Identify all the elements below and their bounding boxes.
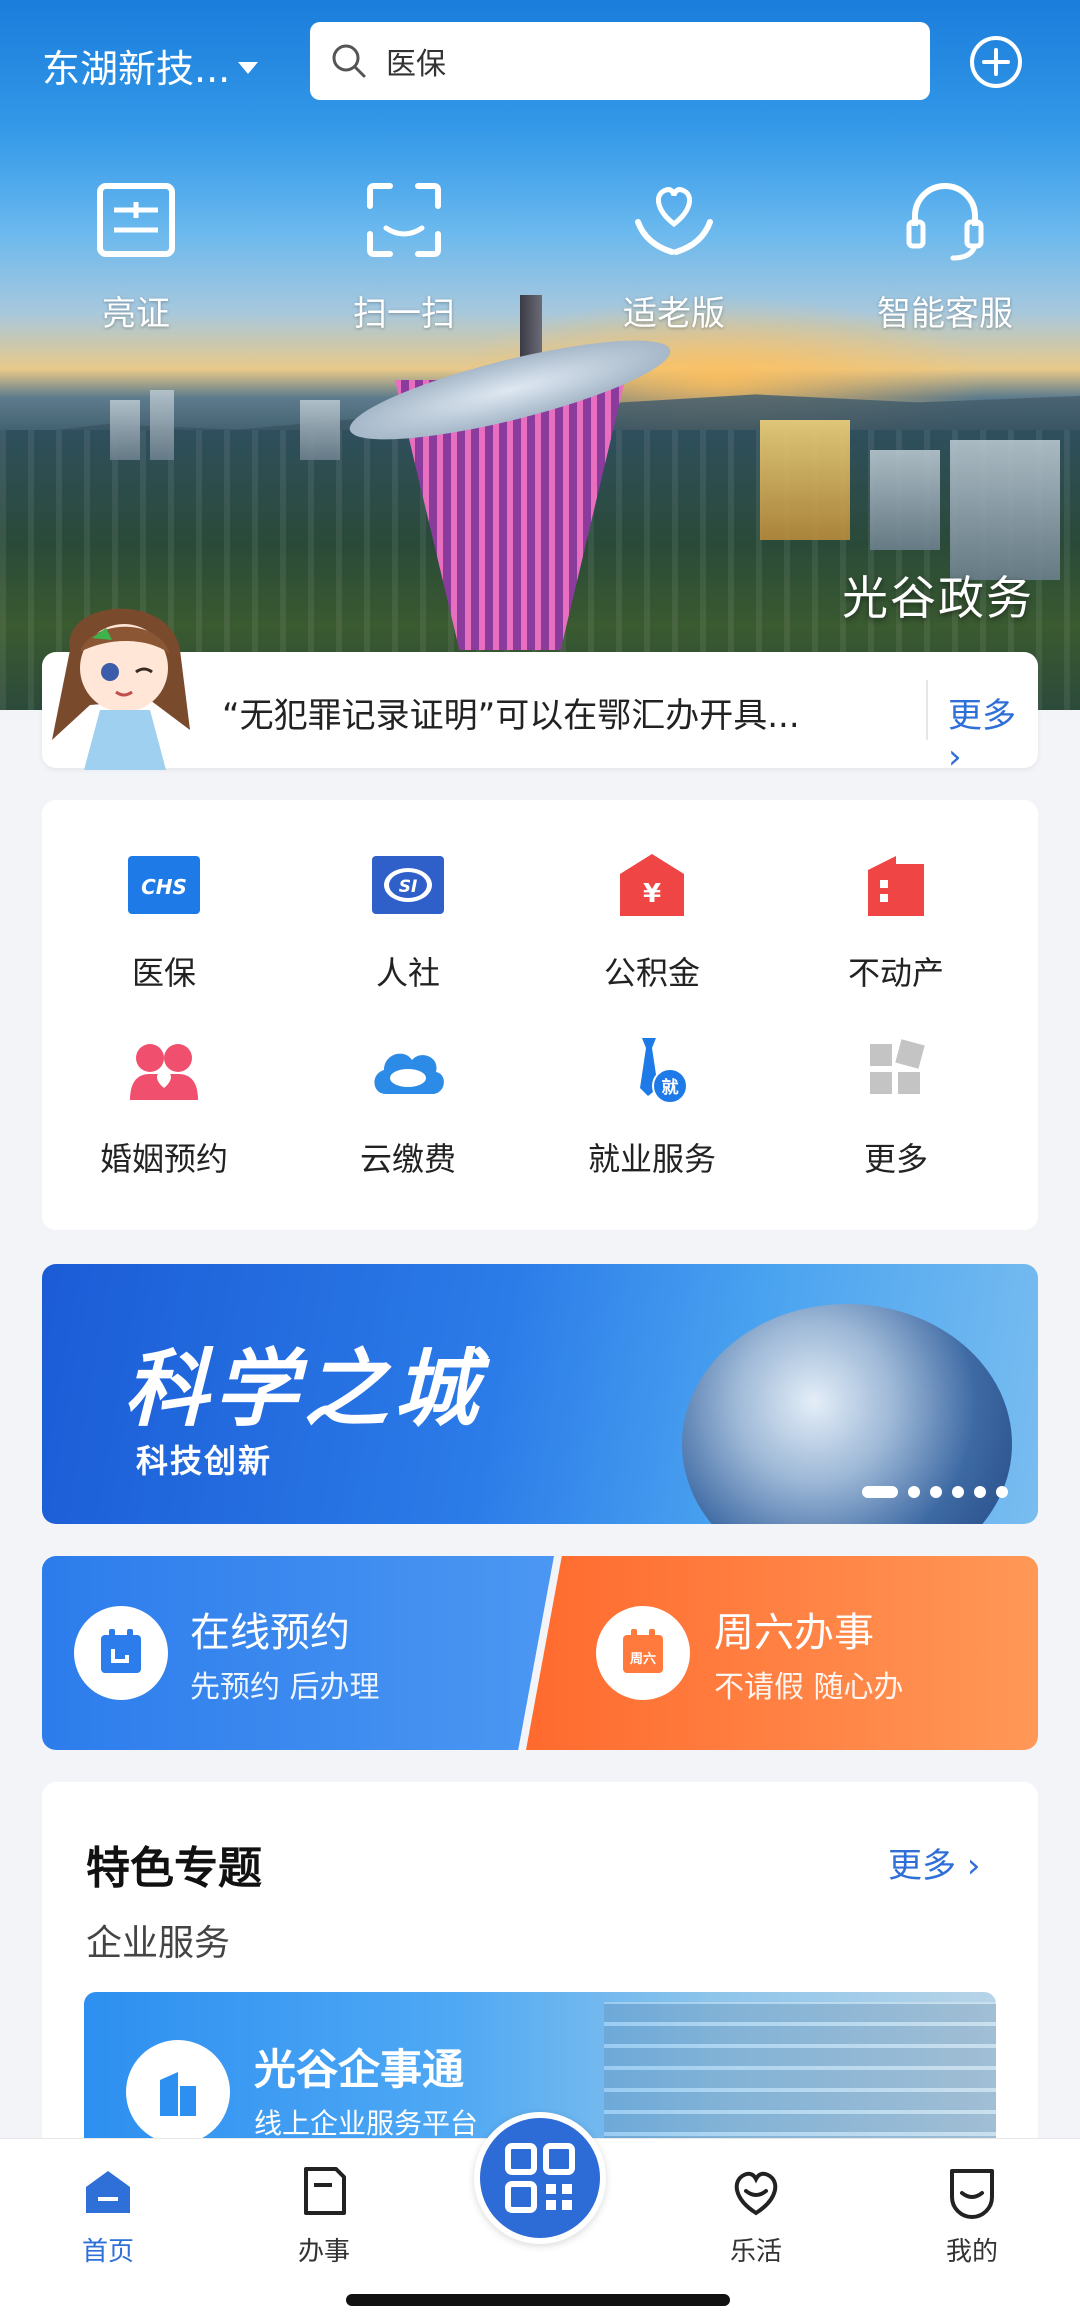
scan-icon [367, 183, 441, 257]
more-grid-icon [870, 1039, 925, 1094]
chevron-right-icon: › [948, 737, 962, 777]
promo-subtitle: 线上企业服务平台 [254, 2107, 479, 2140]
tab-label: 乐活 [729, 2237, 782, 2267]
heart-smile-icon [734, 2171, 778, 2216]
location-selector[interactable]: 东湖新技... [42, 38, 259, 93]
building-icon [126, 2040, 230, 2144]
card-subtitle: 不请假 随心办 [714, 1670, 904, 1705]
tab-label: 首页 [81, 2237, 134, 2267]
heart-hands-icon [635, 187, 713, 255]
service-marriage[interactable]: 婚姻预约 [42, 1036, 286, 1180]
home-indicator [346, 2294, 730, 2306]
featured-category: 企业服务 [86, 1923, 231, 1964]
service-more[interactable]: 更多 [774, 1036, 1018, 1180]
service-label: 就业服务 [587, 1140, 716, 1178]
qr-code-button[interactable] [474, 2112, 606, 2244]
quick-action-show-id[interactable]: 亮证 [36, 172, 236, 335]
service-label: 婚姻预约 [99, 1140, 228, 1178]
search-placeholder: 医保 [386, 47, 446, 82]
marriage-icon [130, 1044, 198, 1100]
online-appointment-card[interactable]: 在线预约 先预约 后办理 [42, 1556, 554, 1750]
service-employment[interactable]: 就 就业服务 [530, 1036, 774, 1180]
social-security-icon: SI [372, 856, 444, 914]
section-title: 特色专题 [86, 1843, 262, 1894]
svg-text:就: 就 [662, 1077, 679, 1098]
card-subtitle: 先预约 后办理 [190, 1670, 380, 1705]
card-title: 在线预约 [190, 1610, 350, 1656]
chevron-right-icon: › [966, 1846, 981, 1886]
chs-icon: CHS [128, 856, 200, 914]
face-icon [950, 2169, 994, 2219]
headset-icon [906, 183, 984, 261]
document-icon [304, 2167, 346, 2215]
service-social-security[interactable]: SI 人社 [286, 850, 530, 994]
service-label: 公积金 [603, 954, 700, 992]
service-cloud-payment[interactable]: 云缴费 [286, 1036, 530, 1180]
tab-services[interactable]: 办事 [254, 2163, 394, 2268]
quick-action-customer-service[interactable]: 智能客服 [845, 172, 1045, 335]
real-estate-icon [868, 856, 924, 916]
carousel-indicator [862, 1486, 1008, 1498]
service-housing-fund[interactable]: ¥ 公积金 [530, 850, 774, 994]
tab-label: 办事 [297, 2237, 350, 2267]
quick-action-label: 扫一扫 [353, 294, 455, 334]
service-label: 不动产 [847, 954, 944, 992]
quick-action-label: 适老版 [623, 294, 725, 334]
card-title: 周六办事 [714, 1610, 874, 1656]
search-icon [332, 44, 366, 78]
employment-icon: 就 [640, 1038, 688, 1104]
service-medical-insurance[interactable]: CHS 医保 [42, 850, 286, 994]
qr-code-icon [505, 2143, 575, 2213]
housing-fund-icon: ¥ [620, 854, 684, 916]
services-grid: CHS 医保 SI 人社 ¥ 公积金 不动产 婚姻预约 云缴费 就 就业服务 更… [42, 800, 1038, 1230]
calendar-icon [74, 1606, 168, 1700]
home-icon [86, 2171, 130, 2213]
featured-more-label: 更多 [888, 1846, 956, 1886]
service-label: 云缴费 [359, 1140, 456, 1178]
service-label: 人社 [375, 954, 440, 992]
mascot-girl-icon [52, 608, 190, 770]
notice-more-link[interactable]: 更多 › [948, 688, 1038, 777]
promo-title: 光谷企事通 [254, 2045, 465, 2094]
saturday-icon-text: 周六 [629, 1651, 656, 1667]
divider [926, 680, 928, 740]
service-real-estate[interactable]: 不动产 [774, 850, 1018, 994]
quick-action-scan[interactable]: 扫一扫 [304, 172, 504, 335]
location-label: 东湖新技... [42, 47, 231, 91]
quick-action-elder-mode[interactable]: 适老版 [574, 172, 774, 335]
tab-home[interactable]: 首页 [38, 2163, 178, 2268]
saturday-calendar-icon: 周六 [596, 1606, 690, 1700]
banner-subtitle: 科技创新 [136, 1442, 273, 1480]
tab-label: 我的 [945, 2237, 998, 2267]
id-card-icon [97, 183, 175, 257]
tab-mine[interactable]: 我的 [902, 2163, 1042, 2268]
svg-text:¥: ¥ [643, 879, 661, 909]
svg-text:CHS: CHS [141, 875, 187, 899]
caret-down-icon [238, 61, 259, 74]
svg-text:SI: SI [399, 877, 418, 897]
promo-banner-science-city[interactable]: 科学之城 科技创新 [42, 1264, 1038, 1524]
tab-lifestyle[interactable]: 乐活 [686, 2163, 826, 2268]
notice-text: “无犯罪记录证明”可以在鄂汇办开具... [222, 696, 800, 736]
search-input[interactable]: 医保 [310, 22, 930, 100]
featured-more-link[interactable]: 更多 › [888, 1838, 980, 1887]
service-label: 更多 [863, 1140, 928, 1178]
notice-more-label: 更多 [948, 696, 1016, 736]
banner-title: 科学之城 [124, 1339, 485, 1438]
quick-action-label: 智能客服 [877, 294, 1013, 334]
add-icon[interactable] [968, 34, 1024, 90]
service-label: 医保 [131, 954, 196, 992]
saturday-service-card[interactable]: 周六 周六办事 不请假 随心办 [526, 1556, 1038, 1750]
quick-action-label: 亮证 [102, 294, 170, 334]
hero-brand-text: 光谷政务 [842, 571, 1034, 625]
cloud-payment-icon [374, 1053, 444, 1094]
